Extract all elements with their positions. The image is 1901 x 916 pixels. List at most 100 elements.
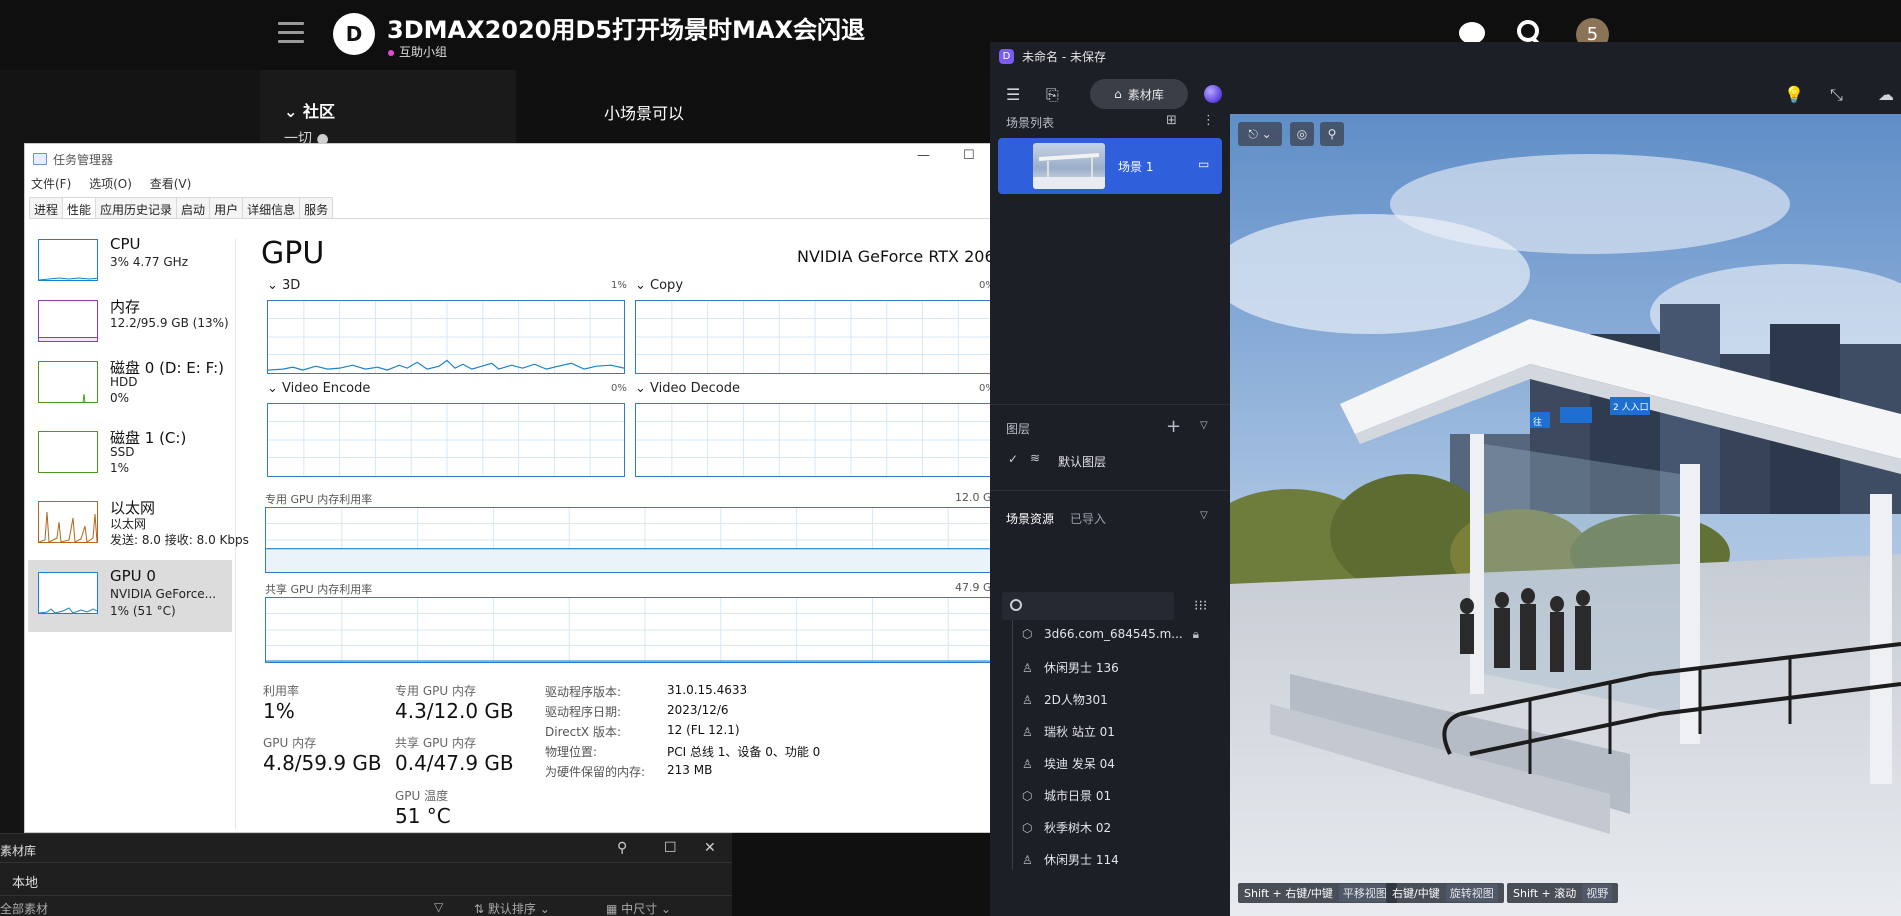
search-icon (1010, 599, 1022, 611)
task-manager-titlebar[interactable]: 任务管理器 — ☐ (25, 144, 1023, 174)
d5-titlebar[interactable]: D 未命名 - 未保存 (990, 42, 1901, 72)
asset-name: 秋季树木 02 (1044, 821, 1112, 835)
d5-toolbar: ☰ ⎘ ⌂ 素材库 💡 ⤡ ☁ (990, 72, 1901, 114)
size-dropdown[interactable]: ▦ 中尺寸 ⌄ (606, 900, 671, 916)
menu-view[interactable]: 查看(V) (150, 177, 192, 191)
graph-encode-label[interactable]: ⌄ Video Encode (267, 381, 370, 396)
add-scene-icon[interactable]: ⊞ (1166, 113, 1177, 128)
perf-item-sub2: 发送: 8.0 接收: 8.0 Kbps (110, 533, 249, 547)
pin-icon[interactable]: ⚲ (617, 840, 627, 856)
graph-encode (267, 403, 625, 477)
topic-category[interactable]: 互助小组 (388, 43, 447, 60)
tab-imported[interactable]: 已导入 (1070, 510, 1106, 527)
asset-item[interactable]: ⬡ 城市日景 01 (1022, 787, 1111, 807)
scene-name: 场景 1 (1118, 160, 1154, 174)
sort-dropdown[interactable]: ⇅ 默认排序 ⌄ (474, 900, 550, 916)
graph-3d-label[interactable]: ⌄ 3D (267, 278, 300, 293)
graph-decode-label[interactable]: ⌄ Video Decode (635, 381, 740, 396)
menu-options[interactable]: 选项(O) (89, 177, 132, 191)
menu-icon[interactable]: ☰ (1006, 85, 1020, 104)
path-icon[interactable]: ⤡ (1830, 85, 1843, 105)
tab-local[interactable]: 本地 (12, 872, 38, 891)
cube-icon: ⬡ (1022, 789, 1033, 803)
perf-item-memory[interactable]: 内存 12.2/95.9 GB (13%) (28, 294, 232, 360)
tab-details[interactable]: 详细信息 (242, 197, 301, 218)
asset-search-input[interactable] (1002, 592, 1174, 620)
disk0-thumb-graph (82, 393, 86, 402)
perf-item-disk1[interactable]: 磁盘 1 (C:) SSD 1% (28, 425, 232, 491)
hint-value: 视野 (1582, 884, 1613, 902)
filter-icon[interactable]: ▽ (434, 900, 443, 914)
perf-item-name: CPU (110, 235, 141, 253)
disk1-thumbnail (38, 431, 98, 473)
lightbulb-icon[interactable]: 💡 (1784, 85, 1804, 104)
more-icon[interactable]: ⋮ (1202, 113, 1215, 128)
weather-icon[interactable]: ☁ (1878, 85, 1894, 104)
tab-app-history[interactable]: 应用历史记录 (95, 197, 178, 218)
tab-processes[interactable]: 进程 (29, 197, 64, 218)
asset-item[interactable]: ⬡ 3d66.com_684545.m... 🔒︎ (1022, 627, 1199, 647)
hint-key: Shift + 右键/中键 (1244, 887, 1333, 900)
dedicated-mem-svg (266, 508, 1023, 572)
tab-startup[interactable]: 启动 (176, 197, 211, 218)
tab-services[interactable]: 服务 (299, 197, 334, 218)
tab-scene-assets[interactable]: 场景资源 (1006, 510, 1054, 527)
asset-item[interactable]: ♙ 休闲男士 136 (1022, 659, 1119, 679)
sidebar-section-community[interactable]: ⌄ 社区 (284, 98, 335, 122)
perf-item-sub: 3% 4.77 GHz (110, 255, 189, 269)
scene-item[interactable]: 场景 1 ▭ (998, 138, 1222, 194)
collapse-icon[interactable]: ▽ (1200, 420, 1208, 431)
tab-bar: 进程 性能 应用历史记录 启动 用户 详细信息 服务 (29, 197, 1019, 219)
perf-item-sub2: 1% (51 °C) (110, 604, 176, 618)
grid-view-icon[interactable]: ⁝⁝⁝ (1194, 598, 1210, 614)
import-icon[interactable]: ⎘ (1046, 85, 1059, 105)
collapse-icon[interactable]: ▽ (1200, 510, 1208, 521)
topic-title[interactable]: 3DMAX2020用D5打开场景时MAX会闪退 (387, 10, 865, 45)
render-viewport[interactable]: 往 2 人入口 ⎋ ⌄ ◎ ⚲ Shift + 右键/中键 平移视图 右键/中键… (1230, 114, 1901, 916)
check-icon[interactable]: ✓ (1008, 452, 1018, 466)
asset-item[interactable]: ♙ 瑞秋 站立 01 (1022, 723, 1115, 743)
menu-file[interactable]: 文件(F) (31, 177, 71, 191)
lock-icon[interactable]: 🔒︎ (1193, 627, 1199, 641)
asset-item[interactable]: ♙ 埃迪 发呆 04 (1022, 755, 1115, 775)
camera-icon[interactable]: ▭ (1198, 157, 1209, 171)
minimize-button[interactable]: — (917, 148, 930, 163)
export-dropdown[interactable]: ⎋ ⌄ (1238, 122, 1282, 146)
search-icon[interactable] (1517, 20, 1539, 42)
asset-item[interactable]: ♙ 2D人物301 (1022, 691, 1108, 711)
maximize-button[interactable]: ☐ (664, 840, 677, 856)
dedicated-label: 专用 GPU 内存 (395, 684, 476, 698)
dedicated-value: 4.3/12.0 GB (395, 699, 514, 723)
window-title: 任务管理器 (53, 153, 114, 167)
add-layer-icon[interactable]: + (1166, 416, 1181, 437)
location-icon[interactable]: ⚲ (1320, 122, 1344, 146)
scene-list-label: 场景列表 (1006, 116, 1055, 130)
menu-icon[interactable] (278, 22, 304, 44)
temp-value: 51 °C (395, 804, 451, 828)
chat-icon[interactable] (1459, 22, 1485, 44)
material-library-button[interactable]: ⌂ 素材库 (1090, 79, 1188, 109)
tab-users[interactable]: 用户 (209, 197, 244, 218)
ai-orb-icon[interactable] (1204, 85, 1222, 103)
globe-icon[interactable]: ◎ (1290, 122, 1314, 146)
layers-icon: ≋ (1030, 451, 1041, 465)
tab-performance[interactable]: 性能 (62, 197, 97, 218)
perf-item-ethernet[interactable]: 以太网 以太网 发送: 8.0 接收: 8.0 Kbps (28, 495, 249, 561)
asset-item[interactable]: ⬡ 秋季树木 02 (1022, 819, 1111, 839)
graph-copy-label[interactable]: ⌄ Copy (635, 278, 683, 293)
info-key: 物理位置: (545, 745, 598, 759)
layer-item-default[interactable]: ✓ ≋ 默认图层 (990, 446, 1230, 476)
perf-item-cpu[interactable]: CPU 3% 4.77 GHz (28, 233, 232, 299)
forum-logo[interactable]: D (333, 13, 375, 55)
ethernet-thumb-graph (39, 511, 97, 542)
graph-3d-title: 3D (282, 278, 301, 293)
asset-item[interactable]: ♙ 休闲男士 114 (1022, 851, 1119, 871)
gpu-thumb-graph (39, 607, 97, 613)
perf-item-disk0[interactable]: 磁盘 0 (D: E: F:) HDD 0% (28, 355, 232, 421)
temp-label: GPU 温度 (395, 789, 449, 803)
filter-all-materials[interactable]: 全部素材 (0, 900, 48, 916)
perf-item-gpu0[interactable]: GPU 0 NVIDIA GeForce... 1% (51 °C) (28, 560, 232, 632)
maximize-button[interactable]: ☐ (963, 148, 975, 163)
close-icon[interactable]: ✕ (704, 840, 716, 856)
memory-thumbnail (38, 300, 98, 342)
